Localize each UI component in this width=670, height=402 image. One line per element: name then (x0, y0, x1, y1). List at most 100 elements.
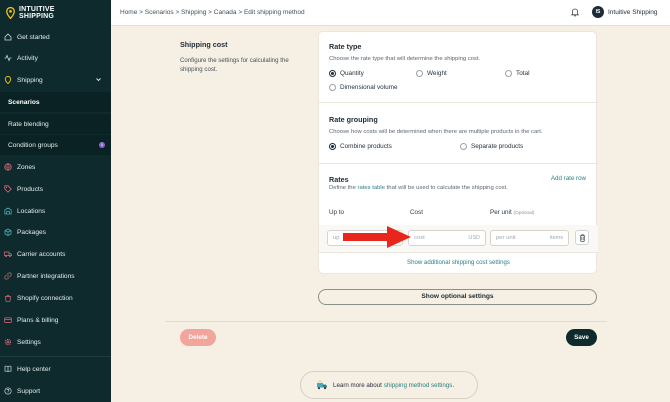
radio-label: Dimensional volume (340, 84, 398, 91)
sidebar-item-help-center[interactable]: Help center (0, 359, 111, 379)
rate-grouping-title: Rate grouping (329, 115, 378, 124)
learn-more-text: Learn more about (333, 381, 382, 389)
rate-type-total-radio[interactable]: Total (505, 70, 530, 77)
sidebar-item-label: Activity (17, 54, 38, 62)
map-pin-icon (4, 76, 12, 84)
separate-products-radio[interactable]: Separate products (460, 143, 523, 150)
per-unit-label: Per unit (490, 209, 512, 216)
avatar[interactable]: IS (592, 6, 604, 18)
rates-desc-text: that will be used to calculate the shipp… (385, 185, 508, 191)
sidebar-item-condition-groups[interactable]: Condition groups i (0, 135, 111, 155)
globe-icon (4, 163, 12, 171)
shipping-truck-illustration-icon (317, 380, 327, 390)
sidebar-item-label: Carrier accounts (17, 250, 66, 258)
brand-logo[interactable]: INTUITIVE SHIPPING (6, 4, 55, 22)
sidebar-item-partner-integrations[interactable]: Partner integrations (0, 266, 111, 286)
column-header-up-to: Up to (329, 209, 345, 216)
sidebar-item-label: Scenarios (8, 98, 40, 106)
rates-desc-text: Define the (329, 185, 358, 191)
rate-type-quantity-radio[interactable]: Quantity (329, 70, 364, 77)
card-divider (319, 163, 598, 164)
link-icon (4, 272, 12, 280)
sidebar-item-carrier-accounts[interactable]: Carrier accounts (0, 244, 111, 264)
rates-table-link[interactable]: rates table (358, 185, 386, 191)
per-unit-input[interactable]: per unit items (490, 230, 569, 246)
radio-selected-icon (329, 70, 336, 77)
sidebar-divider (0, 356, 111, 357)
sidebar-item-locations[interactable]: Locations (0, 201, 111, 221)
section-title: Shipping cost (180, 40, 228, 49)
sidebar-item-products[interactable]: Products (0, 179, 111, 199)
credit-card-icon (4, 316, 12, 324)
column-header-cost: Cost (410, 209, 423, 216)
sidebar-item-label: Products (17, 185, 44, 193)
radio-empty-icon (416, 70, 423, 77)
sidebar-item-shopify-connection[interactable]: Shopify connection (0, 288, 111, 308)
map-pin-icon (6, 7, 15, 19)
sidebar-item-label: Get started (17, 33, 50, 41)
radio-label: Combine products (340, 143, 392, 150)
sidebar-item-zones[interactable]: Zones (0, 157, 111, 177)
rate-type-weight-radio[interactable]: Weight (416, 70, 447, 77)
delete-button[interactable]: Delete (180, 329, 216, 346)
sidebar-item-rate-blending[interactable]: Rate blending (0, 114, 111, 134)
unit-suffix: items (549, 235, 563, 241)
radio-label: Total (516, 70, 530, 77)
sidebar-item-label: Partner integrations (17, 272, 75, 280)
info-badge: i (99, 142, 105, 148)
save-button[interactable]: Save (566, 329, 597, 346)
top-bar: Home > Scenarios > Shipping > Canada > E… (111, 0, 670, 26)
currency-suffix: USD (468, 235, 480, 241)
rates-description: Define the rates table that will be used… (329, 185, 508, 191)
sidebar-item-activity[interactable]: Activity (0, 48, 111, 68)
rate-grouping-description: Choose how costs will be determined when… (329, 129, 543, 135)
sidebar: INTUITIVE SHIPPING Get started Activity … (0, 0, 111, 402)
chevron-down-icon[interactable] (95, 76, 102, 83)
show-optional-settings-button[interactable]: Show optional settings (318, 289, 597, 305)
radio-empty-icon (505, 70, 512, 77)
brand-line-1: INTUITIVE (19, 6, 55, 13)
delete-row-button[interactable] (575, 230, 589, 245)
sidebar-item-label: Support (17, 387, 41, 395)
sidebar-item-packages[interactable]: Packages (0, 222, 111, 242)
account-name[interactable]: Intuitive Shipping (608, 9, 658, 16)
sidebar-item-label: Help center (17, 365, 51, 373)
red-arrow-annotation (343, 226, 411, 248)
sidebar-item-label: Shipping (17, 76, 43, 84)
show-additional-settings-link[interactable]: Show additional shipping cost settings (319, 259, 598, 266)
sidebar-item-support[interactable]: Support (0, 381, 111, 401)
sidebar-item-label: Shopify connection (17, 294, 73, 302)
sidebar-item-label: Locations (17, 207, 46, 215)
sidebar-item-label: Packages (17, 228, 46, 236)
warehouse-icon (4, 207, 12, 215)
optional-label: (Optional) (513, 211, 535, 216)
combine-products-radio[interactable]: Combine products (329, 143, 392, 150)
brand-line-2: SHIPPING (19, 13, 55, 20)
cost-input[interactable]: cost USD (408, 230, 486, 246)
sidebar-item-label: Zones (17, 163, 36, 171)
footer-divider (165, 321, 607, 322)
shopify-bag-icon (4, 294, 12, 302)
sidebar-item-label: Plans & billing (17, 316, 59, 324)
shipping-method-settings-link[interactable]: shipping method settings (384, 382, 452, 389)
learn-more-text: . (452, 381, 455, 389)
rate-type-description: Choose the rate type that will determine… (329, 56, 481, 62)
sidebar-item-settings[interactable]: Settings (0, 332, 111, 352)
sidebar-item-plans-billing[interactable]: Plans & billing (0, 310, 111, 330)
rates-title: Rates (329, 175, 349, 184)
breadcrumb[interactable]: Home > Scenarios > Shipping > Canada > E… (120, 9, 305, 16)
sidebar-item-get-started[interactable]: Get started (0, 27, 111, 47)
input-placeholder: up (333, 235, 340, 241)
sidebar-item-shipping[interactable]: Shipping (0, 70, 111, 90)
column-header-per-unit: Per unit (Optional) (490, 209, 535, 216)
sidebar-item-label: Settings (17, 338, 41, 346)
radio-label: Weight (427, 70, 447, 77)
bell-icon[interactable] (570, 7, 580, 17)
card-divider (319, 252, 598, 253)
home-icon (4, 33, 12, 41)
rate-type-dimensional-volume-radio[interactable]: Dimensional volume (329, 84, 398, 91)
add-rate-row-link[interactable]: Add rate row (551, 175, 586, 182)
help-circle-icon (4, 387, 12, 395)
sidebar-item-scenarios[interactable]: Scenarios (0, 92, 111, 112)
radio-label: Quantity (340, 70, 364, 77)
